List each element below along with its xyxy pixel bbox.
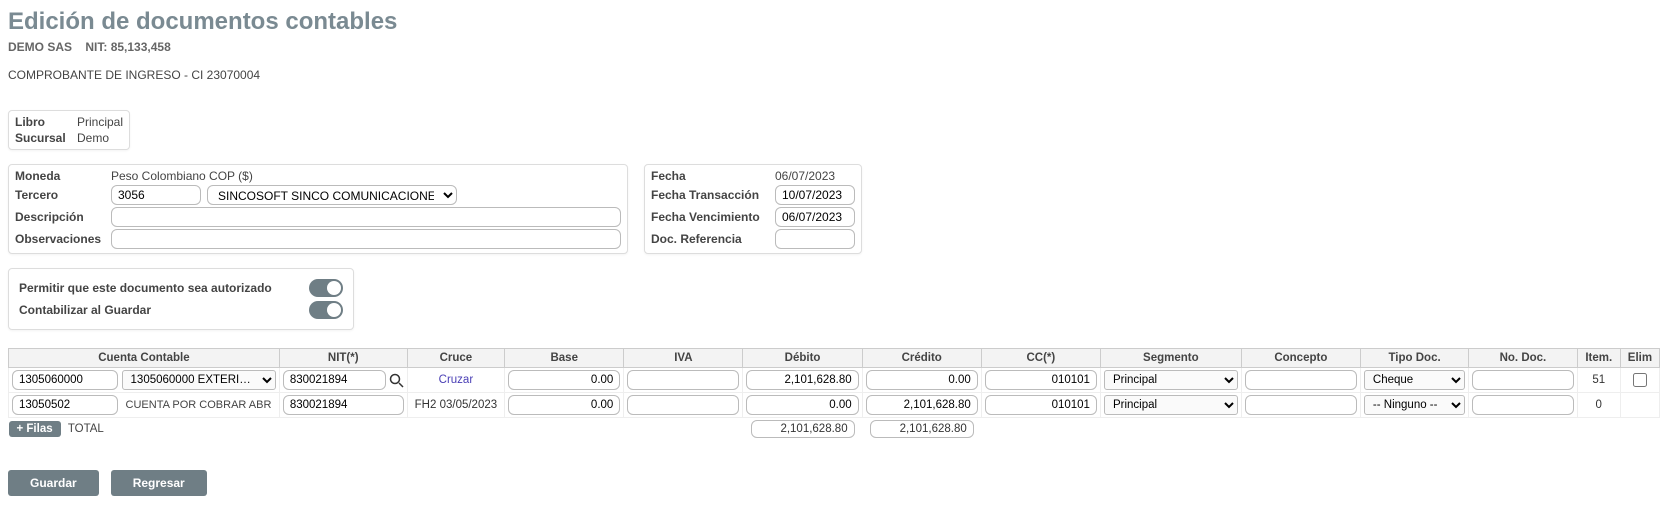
segmento-select[interactable]: Principal <box>1104 395 1238 415</box>
debito-input[interactable] <box>746 395 858 415</box>
doc-ref-label: Doc. Referencia <box>651 232 769 246</box>
libro-panel: Libro Principal Sucursal Demo <box>8 110 130 150</box>
col-nodoc: No. Doc. <box>1469 349 1577 368</box>
table-row: CUENTA POR COBRAR ABR FH2 03/05/2023 Princ… <box>9 393 1660 418</box>
cruzar-link[interactable]: Cruzar <box>439 374 474 386</box>
permitir-label: Permitir que este documento sea autoriza… <box>19 281 299 295</box>
iva-input[interactable] <box>627 370 739 390</box>
cc-input[interactable] <box>985 370 1097 390</box>
tercero-name-select[interactable]: SINCOSOFT SINCO COMUNICACIONES S.A.S <box>207 185 457 205</box>
observaciones-input[interactable] <box>111 229 621 249</box>
moneda-value: Peso Colombiano COP ($) <box>111 169 621 183</box>
col-tipodoc: Tipo Doc. <box>1360 349 1468 368</box>
base-input[interactable] <box>508 370 620 390</box>
col-debito: Débito <box>743 349 862 368</box>
document-identifier: COMPROBANTE DE INGRESO - CI 23070004 <box>8 68 1660 82</box>
col-credito: Crédito <box>862 349 981 368</box>
total-credito: 2,101,628.80 <box>870 420 974 438</box>
sucursal-label: Sucursal <box>15 131 71 145</box>
concepto-input[interactable] <box>1245 370 1357 390</box>
segmento-select[interactable]: Principal <box>1104 370 1238 390</box>
tipodoc-select[interactable]: Cheque <box>1364 370 1465 390</box>
libro-value: Principal <box>77 115 123 129</box>
descripcion-input[interactable] <box>111 207 621 227</box>
col-nit: NIT(*) <box>279 349 407 368</box>
iva-input[interactable] <box>627 395 739 415</box>
sucursal-value: Demo <box>77 131 109 145</box>
tercero-label: Tercero <box>15 188 105 202</box>
dates-panel: Fecha 06/07/2023 Fecha Transacción Fecha… <box>644 164 862 254</box>
toggle-panel: Permitir que este documento sea autoriza… <box>8 268 354 330</box>
contabilizar-toggle[interactable] <box>309 301 343 319</box>
add-rows-button[interactable]: + Filas <box>9 421 61 437</box>
credito-input[interactable] <box>866 395 978 415</box>
col-elim: Elim <box>1620 349 1659 368</box>
company-line: DEMO SAS NIT: 85,133,458 <box>8 40 1660 54</box>
credito-input[interactable] <box>866 370 978 390</box>
fecha-value: 06/07/2023 <box>775 169 855 183</box>
item-value: 51 <box>1592 374 1605 386</box>
total-debito: 2,101,628.80 <box>751 420 855 438</box>
fecha-label: Fecha <box>651 169 769 183</box>
col-segmento: Segmento <box>1100 349 1241 368</box>
cuenta-code-input[interactable] <box>12 395 118 415</box>
col-cc: CC(*) <box>981 349 1100 368</box>
fecha-venc-label: Fecha Vencimiento <box>651 210 769 224</box>
cruce-text: FH2 03/05/2023 <box>415 399 497 411</box>
tercero-code-input[interactable] <box>111 185 201 205</box>
total-label: TOTAL <box>64 423 104 435</box>
guardar-button[interactable]: Guardar <box>8 470 99 496</box>
fecha-trans-label: Fecha Transacción <box>651 188 769 202</box>
nodoc-input[interactable] <box>1472 370 1573 390</box>
search-icon[interactable] <box>388 372 404 388</box>
concepto-input[interactable] <box>1245 395 1357 415</box>
nodoc-input[interactable] <box>1472 395 1573 415</box>
fecha-trans-input[interactable] <box>775 185 855 205</box>
cc-input[interactable] <box>985 395 1097 415</box>
doc-ref-input[interactable] <box>775 229 855 249</box>
moneda-label: Moneda <box>15 169 105 183</box>
nit-input[interactable] <box>283 395 404 415</box>
nit-input[interactable] <box>283 370 386 390</box>
table-row: 1305060000 EXTERIOR Cruzar Principal Cheque… <box>9 368 1660 393</box>
tipodoc-select[interactable]: -- Ninguno -- <box>1364 395 1465 415</box>
cuenta-code-input[interactable] <box>12 370 118 390</box>
col-concepto: Concepto <box>1241 349 1360 368</box>
company-nit-label: NIT: <box>85 40 107 54</box>
entries-grid: Cuenta Contable NIT(*) Cruce Base IVA Dé… <box>8 348 1660 440</box>
page-title: Edición de documentos contables <box>8 8 1660 36</box>
col-cuenta: Cuenta Contable <box>9 349 280 368</box>
observaciones-label: Observaciones <box>15 232 105 246</box>
col-base: Base <box>505 349 624 368</box>
contabilizar-label: Contabilizar al Guardar <box>19 303 299 317</box>
company-name: DEMO SAS <box>8 40 72 54</box>
regresar-button[interactable]: Regresar <box>111 470 207 496</box>
col-item: Item. <box>1577 349 1620 368</box>
item-value: 0 <box>1596 399 1602 411</box>
col-iva: IVA <box>624 349 743 368</box>
company-nit: 85,133,458 <box>111 40 171 54</box>
cuenta-text: CUENTA POR COBRAR ABR <box>122 399 276 411</box>
col-cruce: Cruce <box>407 349 505 368</box>
base-input[interactable] <box>508 395 620 415</box>
header-panel: Moneda Peso Colombiano COP ($) Tercero S… <box>8 164 628 254</box>
cuenta-select[interactable]: 1305060000 EXTERIOR <box>122 370 276 390</box>
descripcion-label: Descripción <box>15 210 105 224</box>
permitir-toggle[interactable] <box>309 279 343 297</box>
fecha-venc-input[interactable] <box>775 207 855 227</box>
libro-label: Libro <box>15 115 71 129</box>
debito-input[interactable] <box>746 370 858 390</box>
elim-checkbox[interactable] <box>1633 373 1647 387</box>
